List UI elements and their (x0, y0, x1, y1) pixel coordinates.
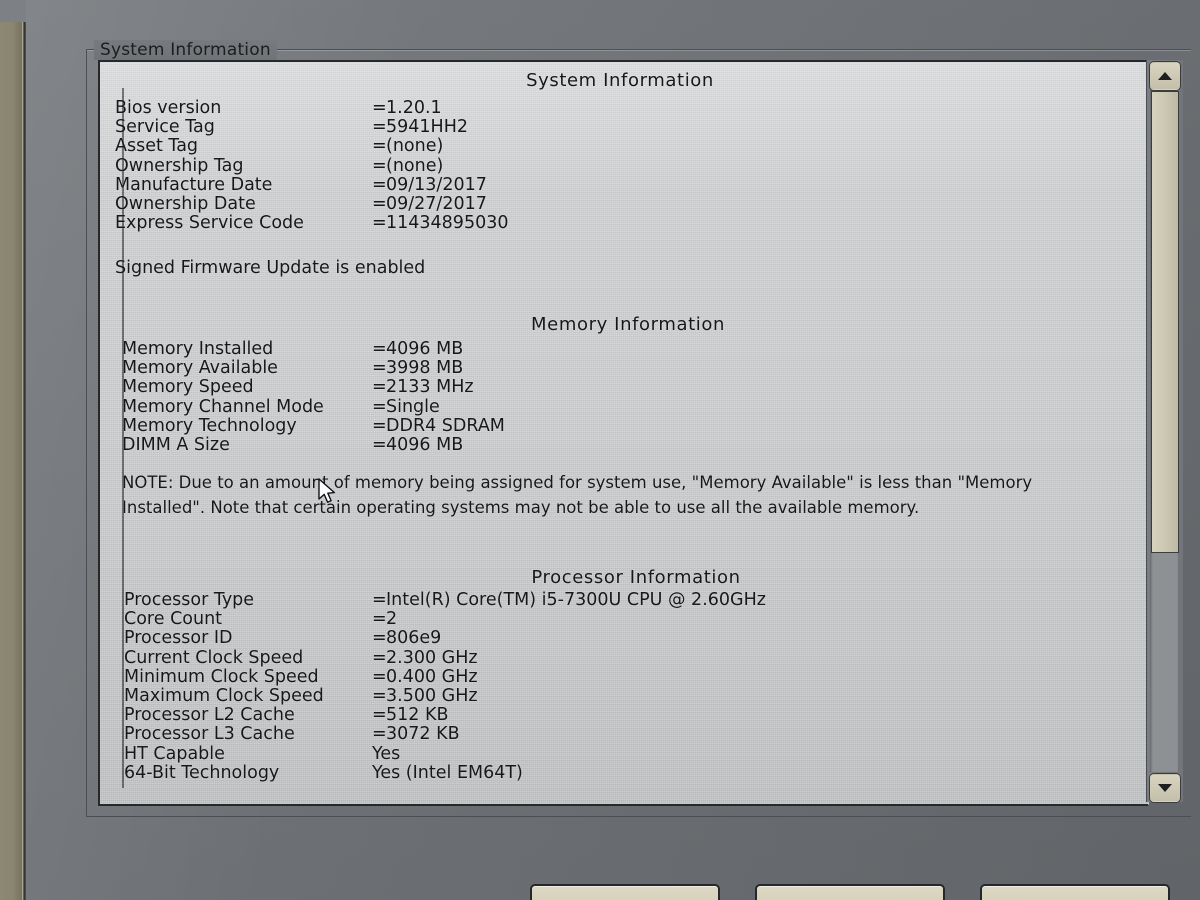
info-row-value: Yes (372, 743, 401, 764)
scroll-up-button[interactable] (1150, 62, 1180, 90)
info-row-value: 5941HH2 (386, 117, 468, 138)
info-row-value: 2 (386, 609, 398, 630)
footer-button-1[interactable] (530, 884, 720, 900)
info-row-label: Memory Speed (122, 377, 254, 398)
info-row-label: 64-Bit Technology (124, 762, 280, 783)
info-row-separator: = (372, 705, 387, 726)
info-row-value: 0.400 GHz (386, 666, 478, 687)
info-row-separator: = (372, 98, 387, 118)
info-row-label: Asset Tag (115, 136, 199, 157)
info-row-label: Minimum Clock Speed (124, 666, 319, 687)
info-row-value: 09/13/2017 (386, 174, 487, 195)
info-row-separator: = (372, 666, 387, 687)
groupbox-legend: System Information (94, 40, 277, 60)
scrollbar-thumb[interactable] (1151, 91, 1179, 553)
signed-firmware-status: Signed Firmware Update is enabled (115, 258, 426, 278)
dialog-button-bar (0, 884, 1200, 900)
info-row-separator: = (372, 686, 387, 706)
scroll-down-arrow-icon (1158, 784, 1172, 792)
info-row-separator: = (372, 155, 387, 176)
info-row-label: Express Service Code (115, 213, 304, 234)
info-row-separator: = (372, 590, 387, 610)
info-row-value: 3998 MB (386, 358, 464, 379)
info-row-separator: = (372, 609, 387, 630)
info-row-separator: = (372, 136, 387, 157)
info-row-value: Single (386, 396, 440, 417)
info-row-value: 806e9 (386, 628, 442, 649)
info-row-value: 4096 MB (386, 435, 464, 455)
scroll-up-arrow-icon (1158, 72, 1172, 80)
info-row-value: DDR4 SDRAM (386, 415, 505, 436)
info-row-separator: = (372, 628, 387, 649)
info-row-separator: = (372, 358, 387, 379)
info-row-value: 1.20.1 (386, 98, 442, 118)
info-row-label: Memory Channel Mode (122, 396, 324, 417)
info-row-separator: = (372, 396, 387, 417)
info-row-value: 2.300 GHz (386, 647, 478, 668)
info-row-separator: = (372, 415, 387, 436)
info-row-separator: = (372, 377, 387, 398)
vertical-scrollbar[interactable] (1146, 60, 1183, 802)
scroll-down-button[interactable] (1150, 774, 1180, 802)
info-row-label: DIMM A Size (122, 435, 230, 455)
info-row-label: HT Capable (124, 743, 225, 764)
info-row-label: Processor ID (124, 628, 233, 649)
memory-availability-note: NOTE: Due to an amount of memory being a… (122, 473, 1033, 517)
info-row-value: 09/27/2017 (386, 194, 487, 214)
info-row-value: 11434895030 (386, 213, 509, 234)
info-row-value: Yes (Intel EM64T) (372, 762, 523, 783)
info-row-separator: = (372, 647, 387, 668)
info-row-value: 3072 KB (386, 724, 460, 745)
info-row-label: Core Count (124, 609, 223, 630)
info-row-value: 4096 MB (386, 339, 464, 359)
info-row-value: 2133 MHz (386, 377, 474, 398)
info-row-label: Processor L2 Cache (124, 705, 295, 726)
info-row-separator: = (372, 339, 387, 359)
info-row-label: Memory Technology (122, 415, 297, 436)
bios-setup-screen-photo: System Information System Information Bio… (0, 0, 1200, 900)
footer-button-3[interactable] (980, 884, 1170, 900)
info-row-separator: = (372, 435, 387, 455)
info-row-label: Processor L3 Cache (124, 724, 295, 745)
section-title: System Information (526, 70, 714, 91)
info-row-label: Maximum Clock Speed (124, 686, 324, 706)
info-row-separator: = (372, 174, 387, 195)
info-row-value: 3.500 GHz (386, 686, 478, 706)
info-row-value: (none) (386, 136, 444, 157)
info-row-separator: = (372, 117, 387, 138)
info-row-label: Ownership Tag (115, 155, 244, 176)
info-row-label: Service Tag (115, 117, 215, 138)
left-navigation-rail (0, 0, 22, 900)
info-row-label: Manufacture Date (115, 174, 273, 195)
section-title: Processor Information (531, 567, 741, 588)
info-row-label: Current Clock Speed (124, 647, 304, 668)
info-row-label: Memory Installed (122, 339, 274, 359)
info-row-separator: = (372, 194, 387, 214)
rail-top-cap (0, 0, 26, 22)
info-row-value: Intel(R) Core(TM) i5-7300U CPU @ 2.60GHz (386, 590, 766, 610)
info-row-separator: = (372, 724, 387, 745)
info-row-value: 512 KB (386, 705, 449, 726)
information-scroll-region[interactable]: System Information Bios version = 1.20.1 Ser… (98, 60, 1149, 806)
info-row-label: Bios version (115, 98, 222, 118)
info-row-value: (none) (386, 155, 444, 176)
section-title: Memory Information (531, 314, 725, 335)
info-row-label: Memory Available (122, 358, 278, 379)
info-row-label: Processor Type (124, 590, 255, 610)
footer-button-2[interactable] (755, 884, 945, 900)
info-row-separator: = (372, 213, 387, 234)
info-row-label: Ownership Date (115, 194, 256, 214)
